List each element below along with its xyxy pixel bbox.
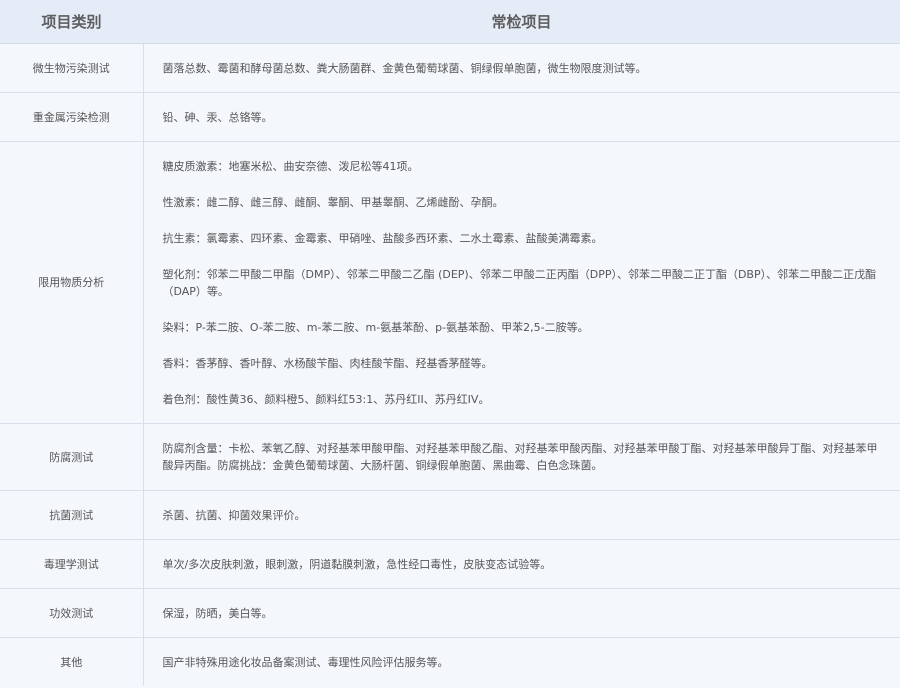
row-content: 防腐剂含量：卡松、苯氧乙醇、对羟基苯甲酸甲酯、对羟基苯甲酸乙酯、对羟基苯甲酸丙酯… bbox=[143, 423, 900, 491]
content-paragraph: 国产非特殊用途化妆品备案测试、毒理性风险评估服务等。 bbox=[162, 655, 449, 669]
row-category: 微生物污染测试 bbox=[0, 43, 144, 93]
test-items-table: 项目类别 常检项目 微生物污染测试 菌落总数、霉菌和酵母菌总数、粪大肠菌群、金黄… bbox=[0, 0, 900, 686]
row-category: 防腐测试 bbox=[0, 423, 144, 491]
content-paragraph: 糖皮质激素：地塞米松、曲安奈德、泼尼松等41项。 bbox=[162, 159, 419, 173]
header-items: 常检项目 bbox=[143, 0, 900, 44]
row-content: 菌落总数、霉菌和酵母菌总数、粪大肠菌群、金黄色葡萄球菌、铜绿假单胞菌，微生物限度… bbox=[143, 43, 900, 93]
row-content: 保湿，防晒，美白等。 bbox=[143, 588, 900, 638]
content-paragraph: 菌落总数、霉菌和酵母菌总数、粪大肠菌群、金黄色葡萄球菌、铜绿假单胞菌，微生物限度… bbox=[162, 61, 647, 75]
table-row: 重金属污染检测 铅、砷、汞、总铬等。 bbox=[0, 92, 900, 142]
table-row: 其他 国产非特殊用途化妆品备案测试、毒理性风险评估服务等。 bbox=[0, 637, 900, 686]
row-category: 其他 bbox=[0, 637, 144, 686]
row-content: 国产非特殊用途化妆品备案测试、毒理性风险评估服务等。 bbox=[143, 637, 900, 686]
row-category: 抗菌测试 bbox=[0, 490, 144, 540]
table-row: 抗菌测试 杀菌、抗菌、抑菌效果评价。 bbox=[0, 490, 900, 540]
row-content: 糖皮质激素：地塞米松、曲安奈德、泼尼松等41项。 性激素：雌二醇、雌三醇、雌酮、… bbox=[143, 141, 900, 424]
content-paragraph: 单次/多次皮肤刺激，眼刺激，阴道黏膜刺激，急性经口毒性，皮肤变态试验等。 bbox=[162, 557, 552, 571]
content-paragraph: 香料：香茅醇、香叶醇、水杨酸苄酯、肉桂酸苄酯、羟基香茅醛等。 bbox=[162, 356, 493, 370]
table-row: 功效测试 保湿，防晒，美白等。 bbox=[0, 588, 900, 638]
row-category: 毒理学测试 bbox=[0, 539, 144, 589]
table-row: 防腐测试 防腐剂含量：卡松、苯氧乙醇、对羟基苯甲酸甲酯、对羟基苯甲酸乙酯、对羟基… bbox=[0, 423, 900, 491]
row-category: 限用物质分析 bbox=[0, 141, 144, 424]
row-category: 重金属污染检测 bbox=[0, 92, 144, 142]
row-content: 杀菌、抗菌、抑菌效果评价。 bbox=[143, 490, 900, 540]
table-row: 限用物质分析 糖皮质激素：地塞米松、曲安奈德、泼尼松等41项。 性激素：雌二醇、… bbox=[0, 141, 900, 424]
content-paragraph: 性激素：雌二醇、雌三醇、雌酮、睾酮、甲基睾酮、乙烯雌酚、孕酮。 bbox=[162, 195, 504, 209]
table-row: 毒理学测试 单次/多次皮肤刺激，眼刺激，阴道黏膜刺激，急性经口毒性，皮肤变态试验… bbox=[0, 539, 900, 589]
content-paragraph: 抗生素：氯霉素、四环素、金霉素、甲硝唑、盐酸多西环素、二水土霉素、盐酸美满霉素。 bbox=[162, 231, 603, 245]
row-category: 功效测试 bbox=[0, 588, 144, 638]
content-paragraph: 杀菌、抗菌、抑菌效果评价。 bbox=[162, 508, 306, 522]
content-paragraph: 染料：P-苯二胺、O-苯二胺、m-苯二胺、m-氨基苯酚、p-氨基苯酚、甲苯2,5… bbox=[162, 320, 589, 334]
table-row: 微生物污染测试 菌落总数、霉菌和酵母菌总数、粪大肠菌群、金黄色葡萄球菌、铜绿假单… bbox=[0, 43, 900, 93]
content-paragraph: 防腐剂含量：卡松、苯氧乙醇、对羟基苯甲酸甲酯、对羟基苯甲酸乙酯、对羟基苯甲酸丙酯… bbox=[162, 442, 878, 472]
row-content: 铅、砷、汞、总铬等。 bbox=[143, 92, 900, 142]
content-paragraph: 着色剂：酸性黄36、颜料橙5、颜料红53:1、苏丹红II、苏丹红IV。 bbox=[162, 392, 490, 406]
content-paragraph: 保湿，防晒，美白等。 bbox=[162, 606, 273, 620]
row-content: 单次/多次皮肤刺激，眼刺激，阴道黏膜刺激，急性经口毒性，皮肤变态试验等。 bbox=[143, 539, 900, 589]
header-category: 项目类别 bbox=[0, 0, 143, 44]
content-paragraph: 铅、砷、汞、总铬等。 bbox=[162, 110, 273, 124]
table-header-row: 项目类别 常检项目 bbox=[0, 0, 900, 44]
content-paragraph: 塑化剂：邻苯二甲酸二甲酯（DMP）、邻苯二甲酸二乙酯 (DEP)、邻苯二甲酸二正… bbox=[162, 267, 877, 298]
